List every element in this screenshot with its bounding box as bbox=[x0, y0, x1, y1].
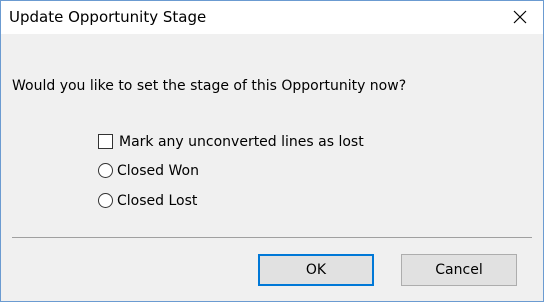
update-opportunity-stage-dialog: Update Opportunity Stage Would you like … bbox=[0, 0, 544, 302]
footer-divider bbox=[12, 237, 532, 238]
window-title: Update Opportunity Stage bbox=[9, 8, 207, 26]
closed-won-label: Closed Won bbox=[117, 163, 199, 179]
prompt-text: Would you like to set the stage of this … bbox=[12, 78, 407, 94]
close-icon bbox=[513, 10, 527, 24]
close-button[interactable] bbox=[497, 1, 543, 34]
closed-won-radio[interactable] bbox=[98, 163, 113, 178]
title-bar[interactable]: Update Opportunity Stage bbox=[1, 1, 543, 34]
cancel-button[interactable]: Cancel bbox=[401, 254, 517, 286]
ok-button[interactable]: OK bbox=[258, 254, 374, 286]
mark-unconverted-lost-label: Mark any unconverted lines as lost bbox=[119, 134, 364, 150]
mark-unconverted-lost-checkbox[interactable] bbox=[98, 134, 113, 149]
closed-lost-radio[interactable] bbox=[98, 193, 113, 208]
closed-lost-label: Closed Lost bbox=[117, 193, 198, 209]
